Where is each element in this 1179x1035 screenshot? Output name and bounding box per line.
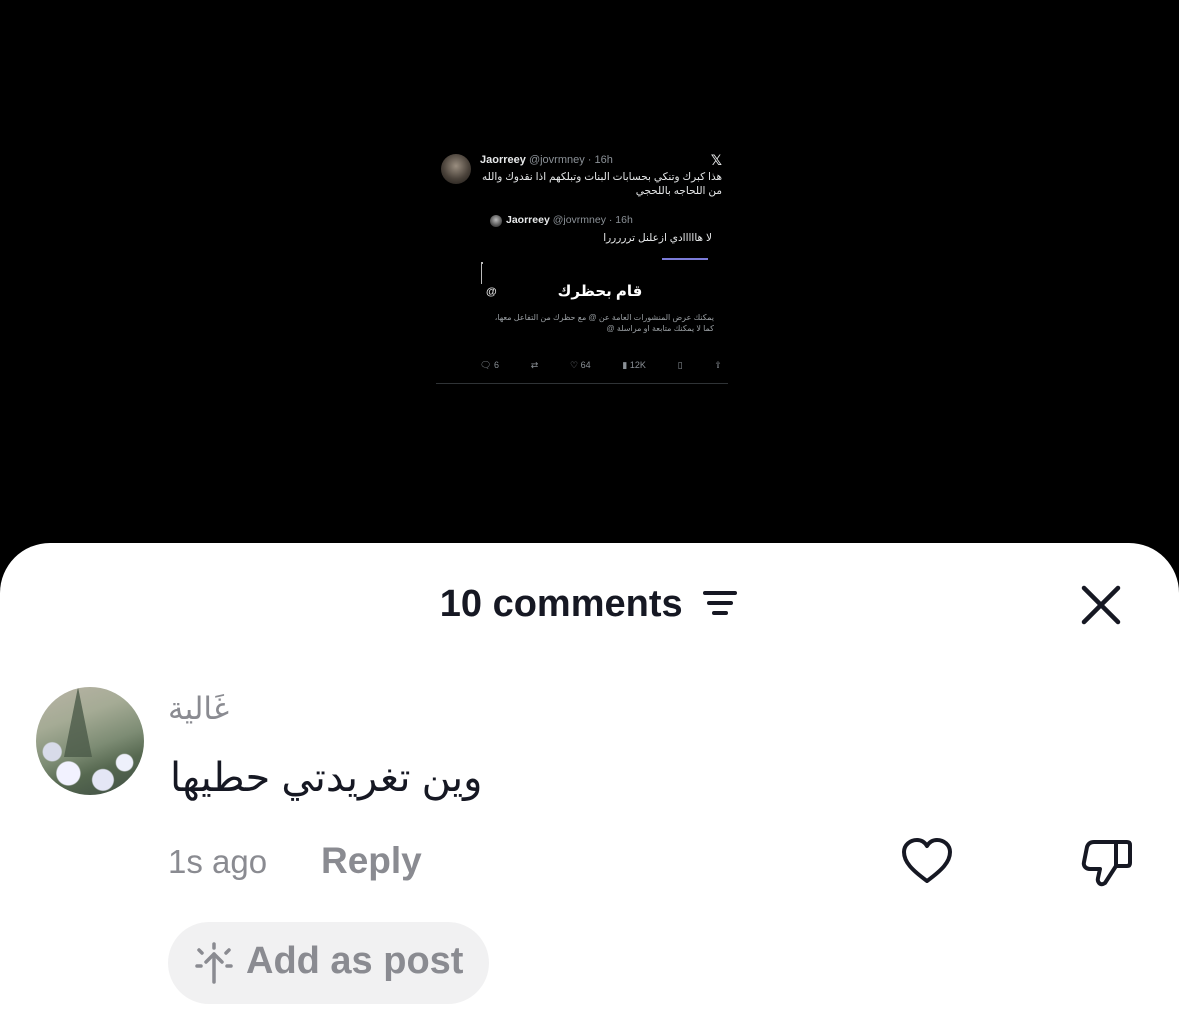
tweet-actions: 🗨 6 ⇄ ♡ 64 ▮ 12K ▯ ⇪ [480,360,722,371]
tweet-screenshot: Jaorreey @jovrmney · 16h 𝕏 هذا كبرك وتنك… [436,148,728,384]
tweet-author-avatar [441,154,471,184]
comment-timestamp: 1s ago [168,843,268,880]
quoted-author-handle: @jovrmney · 16h [552,214,633,226]
tweet-views-count: 12K [629,360,646,370]
quoted-body: لا هااااادي ازعلنل ترررررا [603,232,712,244]
comment-text: وين تغريدتي حطيها [170,756,483,800]
tweet-likes-count: 64 [580,360,591,370]
tweet-replies-count: 6 [493,360,499,370]
bookmark-icon: ▯ [677,360,683,370]
tweet-bottom-divider [436,383,728,384]
add-as-post-label: Add as post [246,940,464,982]
tweet-header: Jaorreey @jovrmney · 16h [480,154,613,166]
add-as-post-button[interactable]: Add as post [168,922,489,1004]
comments-count-title: 10 comments [439,583,683,625]
tweet-body: هذا كبرك وتنكي بحسابات البنات وتبلكهم اذ… [482,171,722,197]
blocked-notice: @ قام بحظرك يمكنك عرض المنشورات العامة ع… [482,264,718,344]
like-icon: ♡ [570,360,579,370]
tweet-views: ▮ 12K [622,360,645,371]
share-icon: ⇪ [714,360,722,370]
quoted-author-avatar [490,215,502,227]
tweet-replies: 🗨 6 [480,360,499,371]
thumbs-down-icon[interactable] [1080,836,1134,888]
reply-button[interactable]: Reply [321,840,422,882]
tweet-author-name: Jaorreey [480,154,526,166]
comments-header: 10 comments [0,583,1179,626]
quoted-header: Jaorreey @jovrmney · 16h [506,214,633,226]
tweet-author-handle: @jovrmney · 16h [528,154,613,166]
quoted-divider [662,258,708,260]
blocked-description: يمكنك عرض المنشورات العامة عن @ مع حظرك … [494,313,714,333]
comments-sheet: 10 comments غَالية وين تغريدتي حطيها 1s … [0,543,1179,1035]
filter-lines-icon[interactable] [703,588,739,618]
blocked-title: قام بحظرك [557,283,643,300]
retweet-icon: ⇄ [530,360,539,370]
commenter-username[interactable]: غَالية [168,691,229,727]
sparkle-arrow-icon [195,942,233,984]
heart-outline-icon[interactable] [900,836,954,886]
tweet-likes: ♡ 64 [570,360,591,371]
reply-icon: 🗨 [480,360,492,370]
close-x-icon[interactable] [1080,584,1122,626]
quoted-tweet: Jaorreey @jovrmney · 16h لا هااااادي ازع… [481,212,718,347]
x-logo-icon: 𝕏 [710,152,722,168]
commenter-avatar[interactable] [36,687,144,795]
quoted-author-name: Jaorreey [506,214,550,226]
views-icon: ▮ [622,360,628,370]
